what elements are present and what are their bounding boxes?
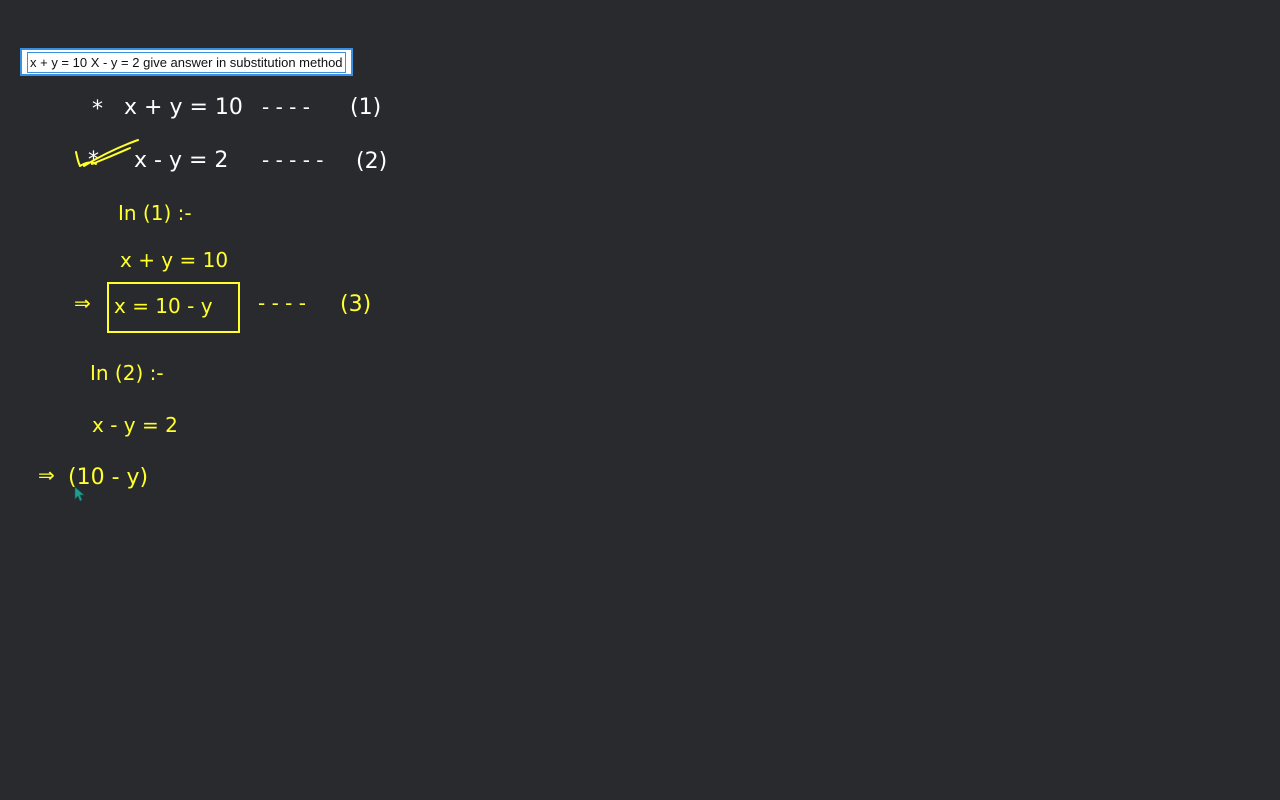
step-in2-label: In (2) :- (90, 361, 164, 385)
step-in1-label: In (1) :- (118, 201, 192, 225)
eq1-tag: (1) (350, 95, 381, 120)
whiteboard-canvas[interactable]: x + y = 10 X - y = 2 give answer in subs… (0, 0, 1280, 800)
step-result-expression: x = 10 - y (114, 294, 213, 318)
step-result-tag: (3) (340, 292, 371, 317)
step-result-leader: - - - - (258, 291, 306, 315)
handwriting-layer: * x + y = 10 - - - - (1) * x - y = 2 - -… (38, 95, 387, 502)
step-substitute-expression: (10 - y) (68, 465, 148, 490)
equation-2: * x - y = 2 - - - - - (2) (75, 139, 387, 174)
eq1-expression: x + y = 10 (124, 95, 243, 120)
step-result-arrow: ⇒ (74, 291, 91, 315)
eq2-tag: (2) (356, 149, 387, 174)
eq2-expression: x - y = 2 (134, 148, 228, 173)
step-result: ⇒ x = 10 - y - - - - (3) (74, 282, 371, 333)
eq1-bullet: * (92, 97, 103, 122)
step-eq2-copy: x - y = 2 (92, 413, 178, 437)
step-substitute: ⇒ (10 - y) (38, 463, 148, 490)
step-substitute-arrow: ⇒ (38, 463, 55, 487)
eq2-leader: - - - - - (262, 148, 324, 172)
eq1-leader: - - - - (262, 95, 310, 119)
step-eq1-copy: x + y = 10 (120, 248, 228, 272)
eq2-scribble (75, 139, 139, 167)
equation-1: * x + y = 10 - - - - (1) (92, 95, 381, 122)
